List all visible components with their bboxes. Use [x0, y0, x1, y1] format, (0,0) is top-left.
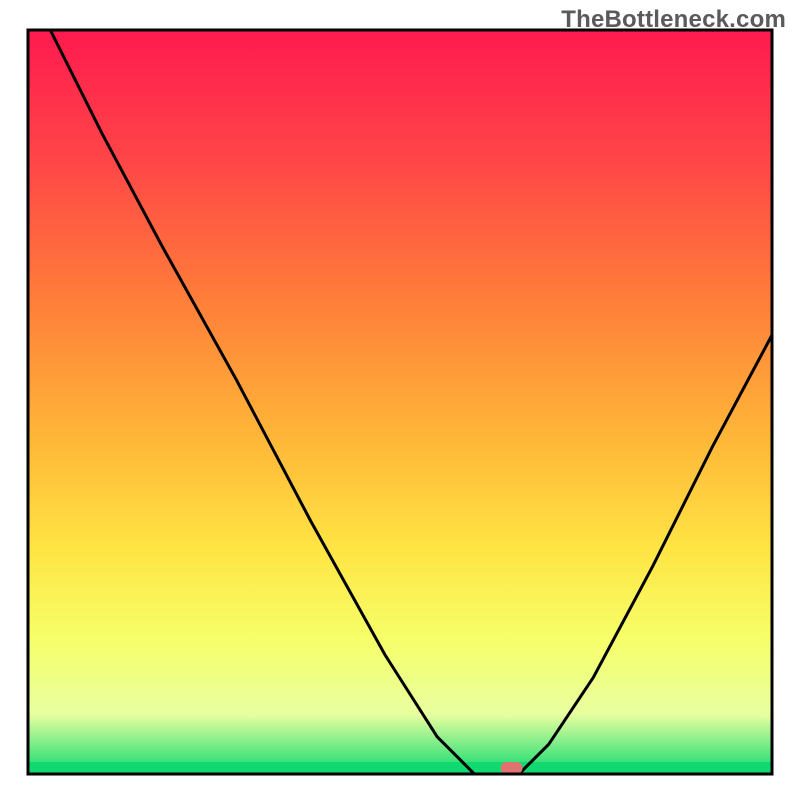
- watermark-text: TheBottleneck.com: [561, 6, 786, 34]
- bottleneck-chart: [0, 0, 800, 800]
- chart-container: TheBottleneck.com: [0, 0, 800, 800]
- optimal-marker: [501, 762, 523, 774]
- baseline-strip: [28, 762, 772, 774]
- plot-background: [28, 30, 772, 774]
